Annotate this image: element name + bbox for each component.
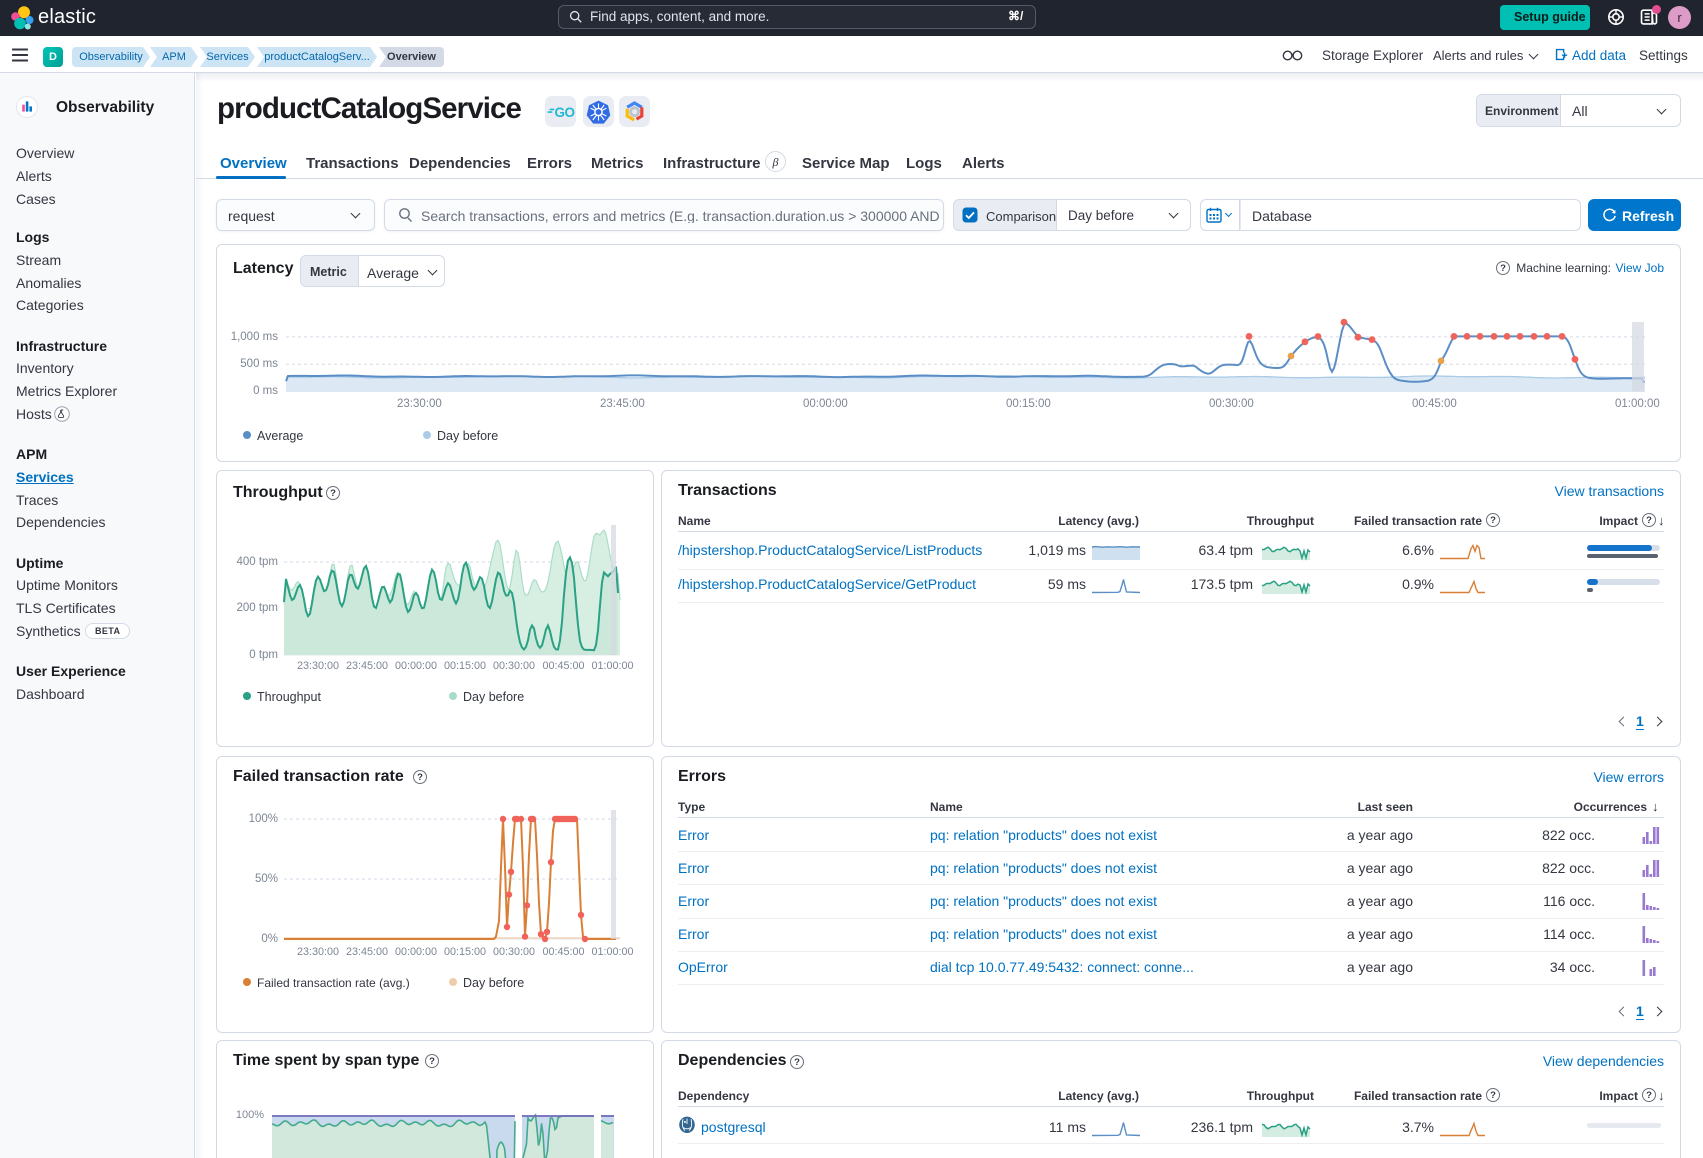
svg-text:GO: GO [555,105,575,120]
